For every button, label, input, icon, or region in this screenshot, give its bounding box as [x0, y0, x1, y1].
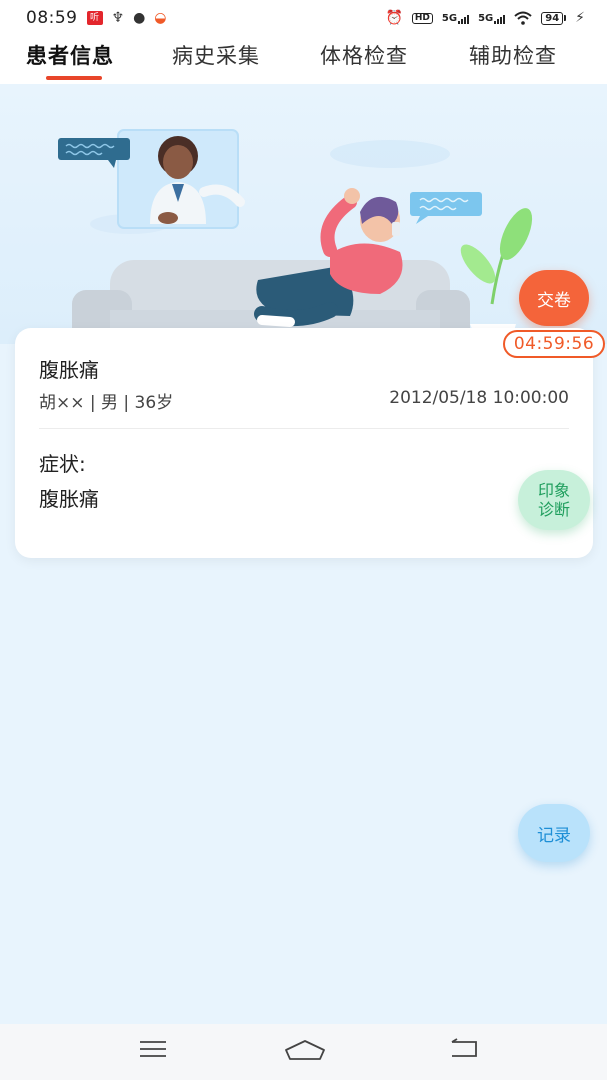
visit-time: 2012/05/18 10:00:00 — [389, 388, 569, 408]
countdown-timer: 04:59:56 — [503, 330, 605, 358]
usb-icon: ♆ — [111, 10, 125, 26]
symptom-label: 症状: — [39, 452, 86, 476]
tab-patient-info[interactable]: 患者信息 — [26, 40, 114, 70]
battery-icon: 94 — [541, 11, 567, 25]
status-time: 08:59 — [26, 8, 78, 28]
card-divider — [39, 428, 569, 429]
charging-icon: ⚡ — [575, 10, 585, 26]
patient-meta: 胡×× | 男 | 36岁 — [39, 393, 174, 413]
music-app-icon: 听 — [86, 11, 103, 25]
alarm-icon: ⏰ — [385, 10, 403, 26]
status-bar-left: 08:59 听 ♆ ● ◒ — [26, 8, 167, 28]
signal-2-label: 5G — [478, 12, 494, 24]
diagnosis-label-line1: 印象 — [537, 481, 570, 500]
tab-auxiliary-exam[interactable]: 辅助检查 — [469, 40, 557, 70]
status-bar-right: ⏰ HD 5G 5G 94 ⚡ — [385, 11, 585, 25]
patient-info-card: 腹胀痛 胡×× | 男 | 36岁 2012/05/18 10:00:00 症状… — [15, 328, 593, 558]
hd-icon: HD — [411, 12, 433, 24]
system-navigation-bar — [0, 1024, 607, 1080]
back-icon[interactable] — [448, 1038, 480, 1060]
battery-level: 94 — [541, 11, 564, 25]
active-tab-indicator — [46, 76, 102, 80]
chief-complaint: 腹胀痛 — [39, 358, 99, 382]
status-bar: 08:59 听 ♆ ● ◒ ⏰ HD 5G 5G 94 ⚡ — [0, 0, 607, 36]
submit-exam-button[interactable]: 交卷 — [519, 270, 589, 326]
tab-medical-history[interactable]: 病史采集 — [172, 40, 260, 70]
symptom-value: 腹胀痛 — [39, 487, 99, 511]
menu-icon[interactable] — [138, 1038, 168, 1060]
signal-1-label: 5G — [441, 12, 458, 24]
signal-bars-icon — [494, 14, 506, 24]
impression-diagnosis-button[interactable]: 印象 诊断 — [518, 470, 590, 530]
telemedicine-illustration — [0, 84, 607, 344]
signal-icon-2: 5G — [478, 12, 506, 24]
tab-physical-exam[interactable]: 体格检查 — [320, 40, 408, 70]
signal-icon-1: 5G — [441, 12, 470, 24]
signal-bars-icon — [458, 14, 470, 24]
tab-bar: 患者信息 病史采集 体格检查 辅助检查 — [0, 36, 607, 84]
home-icon[interactable] — [284, 1038, 326, 1062]
wifi-icon — [514, 11, 532, 25]
taobao-icon: ◒ — [154, 10, 167, 26]
record-button[interactable]: 记录 — [518, 804, 590, 862]
diagnosis-label-line2: 诊断 — [537, 500, 570, 519]
wechat-icon: ● — [133, 10, 146, 26]
diagnosis-label: 印象 诊断 — [538, 481, 570, 519]
